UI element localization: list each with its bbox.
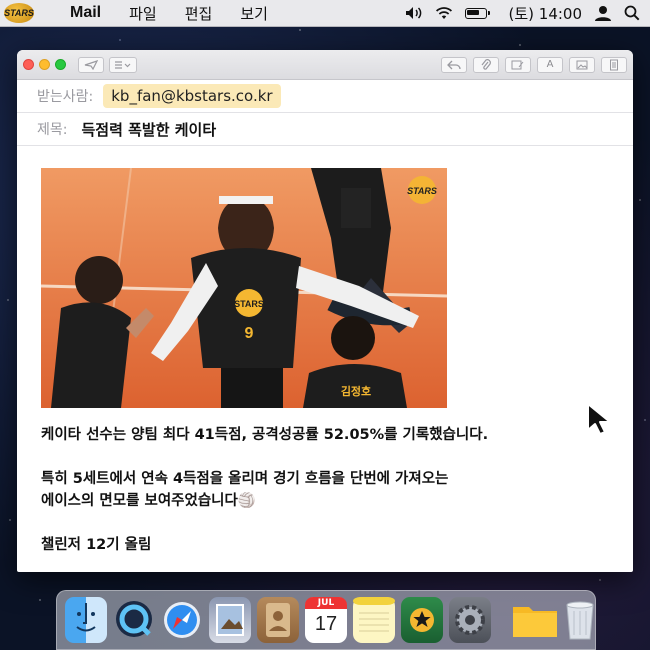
minimize-window-button[interactable] xyxy=(39,59,50,70)
app-menu-mail[interactable]: Mail xyxy=(70,4,101,22)
menu-bar: STARS Mail 파일 편집 보기 (토) 14:00 xyxy=(0,0,650,27)
trash-icon[interactable] xyxy=(559,597,601,643)
format-button[interactable]: A xyxy=(537,56,563,73)
volume-icon[interactable] xyxy=(405,6,423,20)
photo-stars-logo: STARS xyxy=(407,186,437,196)
menu-file[interactable]: 파일 xyxy=(129,3,157,24)
menu-view[interactable]: 보기 xyxy=(240,3,268,24)
photo-browser-button[interactable] xyxy=(569,56,595,73)
paper-plane-icon xyxy=(84,59,98,70)
to-field-row: 받는사람: kb_fan@kbstars.co.kr xyxy=(17,80,633,113)
body-signature: 챌린저 12기 올림 xyxy=(41,537,152,553)
photo-icon xyxy=(576,60,588,69)
jersey-name: 김정호 xyxy=(341,384,371,398)
attached-photo[interactable]: STARS 9 김정호 STARS xyxy=(41,168,447,408)
recipient-chip[interactable]: kb_fan@kbstars.co.kr xyxy=(103,84,281,108)
window-controls xyxy=(23,59,66,70)
calendar-day: 17 xyxy=(314,613,338,635)
subject-field-row: 제목: 득점력 폭발한 케이타 xyxy=(17,113,633,146)
preview-icon[interactable] xyxy=(209,597,251,643)
paperclip-icon xyxy=(481,58,491,70)
calendar-month: JUL xyxy=(305,597,347,609)
stationery-button[interactable] xyxy=(601,56,627,73)
attach-button[interactable] xyxy=(473,56,499,73)
wifi-icon[interactable] xyxy=(435,6,453,20)
svg-text:STARS: STARS xyxy=(234,299,264,309)
menu-clock[interactable]: (토) 14:00 xyxy=(509,3,583,24)
calendar-icon[interactable]: JUL 17 xyxy=(305,597,347,643)
reply-arrow-icon xyxy=(447,60,461,69)
folder-icon[interactable] xyxy=(511,597,557,643)
notes-icon[interactable] xyxy=(353,597,395,643)
window-titlebar: A xyxy=(17,50,633,80)
safari-icon[interactable] xyxy=(161,597,203,643)
kbstars-logo-icon[interactable]: STARS xyxy=(4,3,34,23)
volleyball-celebration-illustration: STARS 9 김정호 STARS xyxy=(41,168,447,408)
subject-field[interactable]: 득점력 폭발한 케이타 xyxy=(81,119,216,140)
jersey-number: 9 xyxy=(245,325,254,342)
reply-button[interactable] xyxy=(441,56,467,73)
finder-icon[interactable] xyxy=(65,597,107,643)
body-paragraph-2-line-2: 에이스의 면모를 보여주었습니다🏐 xyxy=(41,493,256,509)
markup-button[interactable] xyxy=(505,56,531,73)
mouse-pointer-icon xyxy=(587,403,611,435)
subject-label: 제목: xyxy=(37,122,68,138)
dock: JUL 17 xyxy=(56,590,596,650)
contacts-icon[interactable] xyxy=(257,597,299,643)
quicktime-icon[interactable] xyxy=(113,597,155,643)
message-body[interactable]: 케이타 선수는 양팀 최다 41득점, 공격성공률 52.05%를 기록했습니다… xyxy=(41,424,611,572)
kbstars-app-icon[interactable] xyxy=(401,597,443,643)
document-icon xyxy=(610,59,618,70)
to-label: 받는사람: xyxy=(37,89,94,105)
search-icon[interactable] xyxy=(624,5,640,21)
send-button[interactable] xyxy=(78,56,104,73)
body-paragraph-2-line-1: 특히 5세트에서 연속 4득점을 올리며 경기 흐름을 단번에 가져오는 xyxy=(41,471,449,487)
system-preferences-icon[interactable] xyxy=(449,597,491,643)
user-icon[interactable] xyxy=(594,5,612,21)
close-window-button[interactable] xyxy=(23,59,34,70)
list-chevron-icon xyxy=(115,60,131,69)
mail-window: A 받는사람: kb_fan@kbstars.co.kr 제목: 득점력 폭발한… xyxy=(17,50,633,572)
body-paragraph-1: 케이타 선수는 양팀 최다 41득점, 공격성공률 52.05%를 기록했습니다… xyxy=(41,427,489,443)
header-fields-button[interactable] xyxy=(109,56,137,73)
menu-edit[interactable]: 편집 xyxy=(185,3,213,24)
zoom-window-button[interactable] xyxy=(55,59,66,70)
markup-icon xyxy=(511,60,524,69)
battery-icon[interactable] xyxy=(464,7,490,19)
